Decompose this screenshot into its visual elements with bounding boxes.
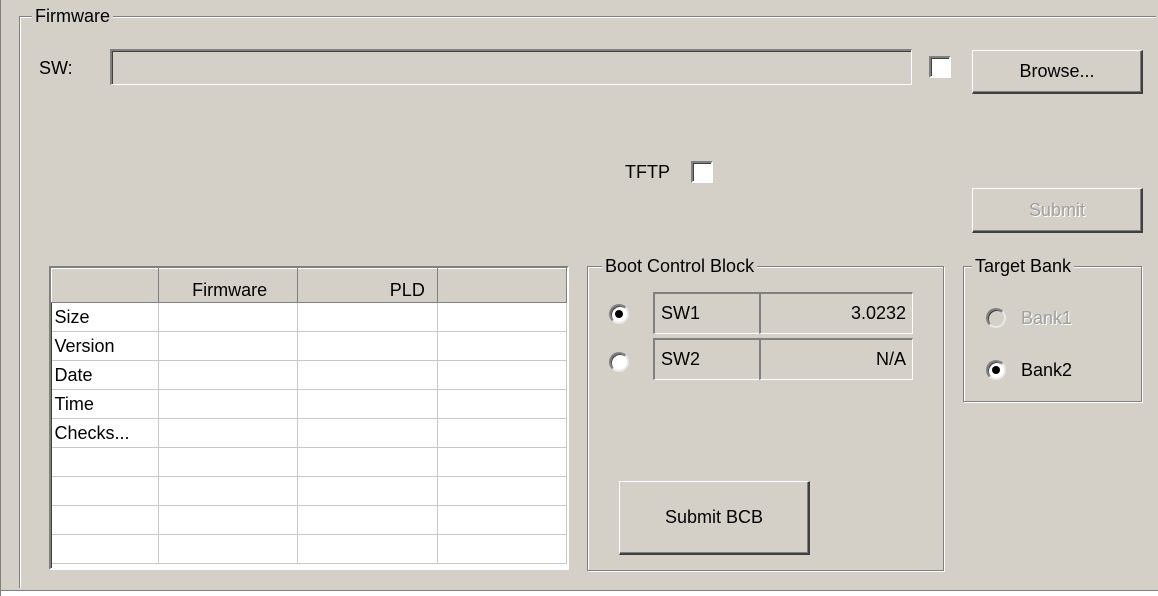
bank2-label: Bank2 — [1021, 360, 1073, 380]
firmware-info-table[interactable]: Firmware PLD Size Version Date Time Chec… — [49, 266, 569, 570]
submit-bcb-button-label: Submit BCB — [664, 507, 764, 527]
radio-selected-dot — [615, 310, 623, 318]
table-row[interactable]: Checks... — [51, 418, 567, 448]
submit-bcb-button[interactable]: Submit BCB — [619, 481, 810, 555]
submit-button-label: Submit — [1028, 199, 1086, 220]
bcb-sw2-name: SW2 — [653, 338, 761, 380]
sw-label: SW: — [39, 58, 73, 78]
tftp-checkbox[interactable] — [691, 161, 713, 183]
row-label — [51, 534, 159, 564]
extra-cell — [437, 418, 567, 448]
row-label: Size — [51, 302, 159, 332]
column-header-extra[interactable] — [436, 268, 567, 303]
table-row[interactable] — [51, 447, 567, 477]
submit-button[interactable]: Submit — [972, 188, 1143, 233]
firmware-cell — [158, 534, 299, 564]
extra-cell — [437, 302, 567, 332]
row-label: Checks... — [51, 418, 159, 448]
table-row[interactable]: Version — [51, 331, 567, 361]
extra-cell — [437, 505, 567, 535]
pld-cell — [297, 331, 438, 361]
extra-cell — [437, 447, 567, 477]
row-label — [51, 476, 159, 506]
pld-cell — [297, 418, 438, 448]
target-bank-legend: Target Bank — [972, 254, 1075, 278]
firmware-cell — [158, 302, 299, 332]
bank1-radio[interactable] — [986, 308, 1006, 328]
firmware-cell — [158, 476, 299, 506]
pld-cell — [297, 534, 438, 564]
bcb-sw1-radio[interactable] — [609, 304, 629, 324]
sw-path-field[interactable] — [110, 49, 912, 85]
table-row[interactable]: Time — [51, 389, 567, 419]
pld-cell — [297, 476, 438, 506]
row-label: Time — [51, 389, 159, 419]
bcb-sw2-value: N/A — [759, 338, 913, 380]
bcb-sw1-name: SW1 — [653, 292, 761, 334]
table-header-row: Firmware PLD — [51, 268, 567, 303]
browse-button[interactable]: Browse... — [972, 50, 1143, 94]
firmware-panel: Firmware SW: Browse... TFTP Submit Firmw… — [0, 0, 1158, 596]
pld-cell — [297, 302, 438, 332]
firmware-cell — [158, 331, 299, 361]
firmware-cell — [158, 447, 299, 477]
bcb-sw2-radio[interactable] — [609, 352, 629, 372]
pld-cell — [297, 389, 438, 419]
info-table: Firmware PLD Size Version Date Time Chec… — [51, 268, 567, 564]
bank2-radio[interactable] — [986, 360, 1006, 380]
column-header-pld[interactable]: PLD — [297, 268, 438, 303]
firmware-group-legend: Firmware — [32, 4, 113, 28]
firmware-cell — [158, 389, 299, 419]
pld-cell — [297, 447, 438, 477]
extra-cell — [437, 331, 567, 361]
table-row[interactable]: Date — [51, 360, 567, 390]
radio-selected-dot — [992, 366, 1000, 374]
pld-cell — [297, 505, 438, 535]
bcb-sw1-value: 3.0232 — [759, 292, 913, 334]
row-label — [51, 505, 159, 535]
extra-cell — [437, 389, 567, 419]
column-header-label[interactable] — [51, 268, 159, 303]
extra-cell — [437, 534, 567, 564]
table-row[interactable]: Size — [51, 302, 567, 332]
boot-control-block-legend: Boot Control Block — [602, 254, 758, 278]
table-row[interactable] — [51, 476, 567, 506]
row-label: Date — [51, 360, 159, 390]
browse-button-label: Browse... — [1019, 61, 1095, 81]
window-bottom-edge — [1, 590, 1158, 596]
table-row[interactable] — [51, 505, 567, 535]
row-label — [51, 447, 159, 477]
firmware-cell — [158, 360, 299, 390]
extra-cell — [437, 476, 567, 506]
firmware-cell — [158, 418, 299, 448]
bank1-label: Bank1 — [1021, 308, 1073, 328]
row-label: Version — [51, 331, 159, 361]
extra-cell — [437, 360, 567, 390]
column-header-firmware[interactable]: Firmware — [157, 268, 299, 303]
tftp-label: TFTP — [625, 162, 670, 182]
sw-checkbox[interactable] — [929, 56, 951, 78]
firmware-cell — [158, 505, 299, 535]
table-row[interactable] — [51, 534, 567, 564]
pld-cell — [297, 360, 438, 390]
